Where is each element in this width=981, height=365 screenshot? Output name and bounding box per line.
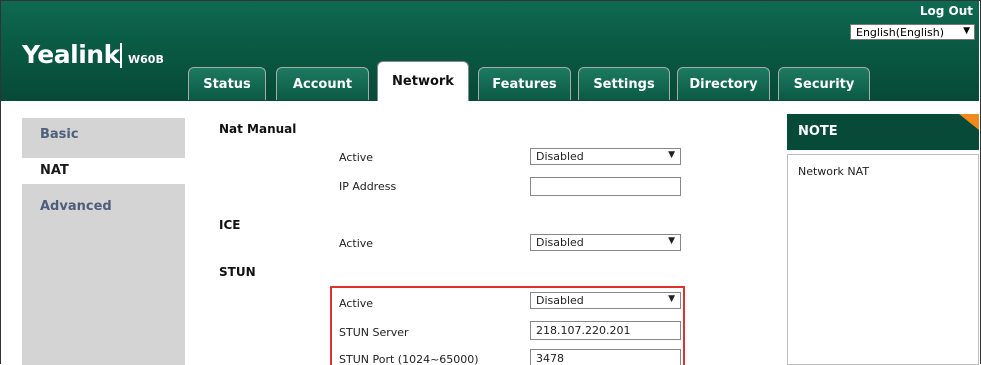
ip-address-label: IP Address [339, 180, 397, 193]
brand-logo: Yealink [22, 40, 120, 69]
tab-status[interactable]: Status [188, 67, 266, 100]
logo-divider [120, 43, 122, 68]
section-title-ice: ICE [219, 218, 241, 232]
note-panel [787, 154, 979, 365]
tab-features[interactable]: Features [478, 67, 571, 100]
chevron-down-icon: ▼ [963, 26, 970, 36]
sidebar-item-nat[interactable]: NAT [22, 158, 185, 184]
app-window: Yealink W60B Log Out English(English) ▼ … [0, 0, 981, 365]
tab-directory[interactable]: Directory [677, 67, 770, 100]
highlight-box [330, 286, 685, 365]
note-corner-accent [959, 114, 979, 130]
ice-active-value: Disabled [536, 236, 584, 249]
tab-network[interactable]: Network [377, 61, 469, 101]
ice-active-select[interactable]: Disabled ▼ [530, 234, 681, 251]
tab-account[interactable]: Account [276, 67, 369, 100]
device-model: W60B [128, 53, 164, 66]
ice-active-label: Active [339, 237, 374, 250]
language-value: English(English) [856, 26, 945, 39]
sidebar-item-advanced[interactable]: Advanced [22, 194, 185, 220]
nat-active-select[interactable]: Disabled ▼ [530, 148, 681, 165]
tab-security[interactable]: Security [778, 67, 870, 100]
section-title-stun: STUN [219, 265, 256, 279]
section-title-nat-manual: Nat Manual [219, 122, 297, 136]
ip-address-input[interactable] [530, 177, 681, 196]
chevron-down-icon: ▼ [668, 236, 675, 246]
chevron-down-icon: ▼ [668, 150, 675, 160]
note-title: NOTE [798, 124, 838, 139]
note-text: Network NAT [798, 165, 870, 178]
logout-link[interactable]: Log Out [920, 4, 973, 18]
sidebar-item-basic[interactable]: Basic [22, 122, 185, 148]
language-select[interactable]: English(English) ▼ [850, 24, 975, 40]
nat-active-label: Active [339, 151, 374, 164]
tab-settings[interactable]: Settings [578, 67, 670, 100]
sidebar-nav: Basic NAT Advanced [22, 118, 185, 365]
nat-active-value: Disabled [536, 150, 584, 163]
